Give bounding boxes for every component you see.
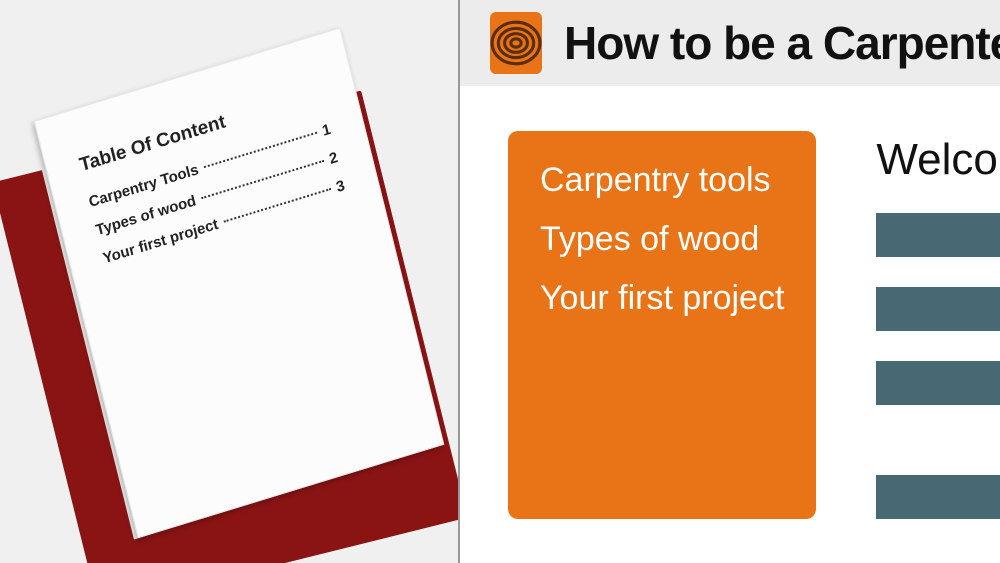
content-block [876, 475, 1000, 519]
content-block [876, 287, 1000, 331]
nav-item-wood[interactable]: Types of wood [540, 220, 784, 259]
book-panel: Table Of Content Carpentry Tools 1 Types… [0, 0, 460, 563]
toc-entry-page: 2 [327, 149, 339, 168]
wood-rings-icon [490, 12, 542, 74]
website-panel: How to be a Carpenter Carpentry tools Ty… [460, 0, 1000, 563]
content-column: Welcome [876, 131, 1000, 519]
site-title: How to be a Carpenter [564, 16, 1000, 70]
nav-item-tools[interactable]: Carpentry tools [540, 161, 784, 200]
nav-item-project[interactable]: Your first project [540, 279, 784, 318]
toc-entry-page: 1 [320, 121, 332, 140]
site-body: Carpentry tools Types of wood Your first… [460, 86, 1000, 519]
content-block [876, 213, 1000, 257]
site-header: How to be a Carpenter [460, 0, 1000, 86]
content-heading: Welcome [876, 135, 1000, 185]
toc-entry-page: 3 [335, 177, 347, 196]
nav-box: Carpentry tools Types of wood Your first… [508, 131, 816, 519]
content-block [876, 361, 1000, 405]
content-blocks [876, 213, 1000, 519]
book: Table Of Content Carpentry Tools 1 Types… [0, 91, 460, 563]
